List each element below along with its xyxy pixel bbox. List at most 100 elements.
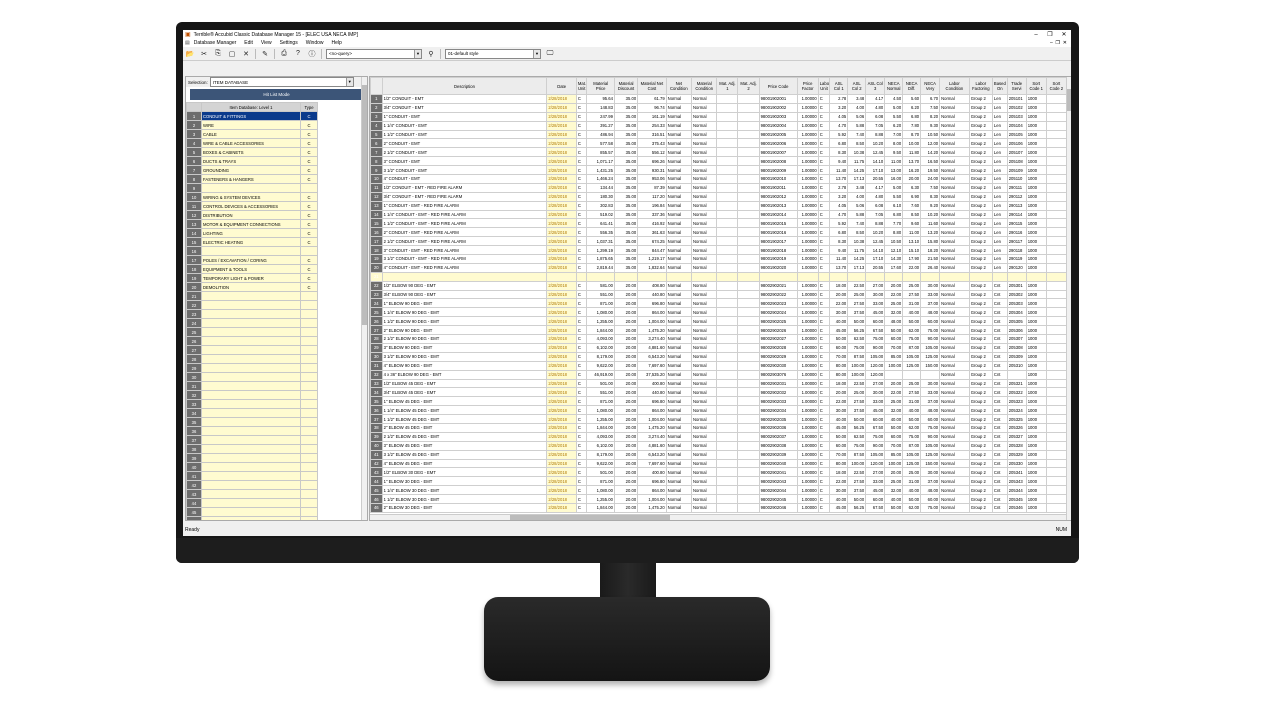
- grid-cell[interactable]: 1" ELBOW 45 DEG - EMT: [381, 396, 548, 407]
- grid-cell[interactable]: 60.00: [884, 334, 904, 344]
- grid-cell[interactable]: C: [575, 156, 588, 167]
- grid-cell[interactable]: C: [817, 467, 831, 478]
- grid-cell[interactable]: 1.00000: [796, 325, 819, 336]
- grid-cell[interactable]: 35.00: [613, 138, 639, 149]
- grid-cell[interactable]: 20.00: [613, 360, 639, 371]
- menu-view[interactable]: View: [261, 40, 272, 46]
- level1-row[interactable]: 2 WIRE C: [186, 120, 318, 130]
- grid-cell[interactable]: 3" ELBOW 45 DEG - EMT: [381, 440, 548, 451]
- grid-cell[interactable]: 1 1/4" ELBOW 30 DEG - EMT: [381, 485, 548, 496]
- grid-cell[interactable]: C: [575, 502, 588, 513]
- grid-cell[interactable]: C: [817, 378, 831, 389]
- grid-cell[interactable]: 3/4" ELBOW 45 DEG - EMT: [381, 387, 548, 398]
- grid-cell[interactable]: Group 2: [968, 156, 993, 167]
- grid-col-header[interactable]: ASL Col 1: [829, 77, 849, 95]
- grid-cell[interactable]: 1000: [1025, 396, 1047, 407]
- grid-cell[interactable]: 20.55: [865, 262, 886, 273]
- grid-cell[interactable]: 1.00000: [796, 191, 819, 202]
- grid-cell[interactable]: Normal: [665, 325, 693, 336]
- grid-cell[interactable]: Normal: [691, 94, 718, 104]
- grid-cell[interactable]: 35.00: [613, 147, 639, 158]
- grid-cell[interactable]: 12.45: [865, 236, 886, 247]
- grid-cell[interactable]: 6.70: [920, 94, 941, 104]
- grid-cell[interactable]: Normal: [665, 307, 693, 318]
- grid-cell[interactable]: Group 2: [968, 147, 993, 158]
- grid-cell[interactable]: Normal: [691, 236, 718, 247]
- grid-cell[interactable]: [716, 449, 739, 460]
- grid-cell[interactable]: 105.00: [902, 449, 922, 460]
- grid-cell[interactable]: Normal: [665, 191, 693, 202]
- grid-cell[interactable]: Cnt: [991, 307, 1008, 318]
- grid-cell[interactable]: 1000: [1025, 378, 1047, 389]
- grid-cell[interactable]: Normal: [691, 467, 718, 478]
- grid-col-header[interactable]: Price Code: [758, 77, 798, 95]
- grid-cell[interactable]: 20.00: [613, 280, 639, 291]
- level1-row[interactable]: 35: [186, 417, 318, 427]
- grid-cell[interactable]: C: [817, 476, 831, 487]
- grid-cell[interactable]: 90.00: [920, 431, 941, 442]
- grid-cell[interactable]: [737, 156, 760, 167]
- grid-cell[interactable]: Normal: [691, 156, 718, 167]
- grid-cell[interactable]: Group 2: [968, 165, 993, 176]
- grid-cell[interactable]: Group 2: [968, 369, 993, 380]
- grid-cell[interactable]: 1000: [1025, 111, 1047, 122]
- grid-cell[interactable]: [716, 138, 739, 149]
- grid-cell[interactable]: 1.00000: [796, 405, 819, 416]
- grid-cell[interactable]: [737, 342, 760, 353]
- grid-cell[interactable]: 56.25: [847, 502, 867, 513]
- grid-cell[interactable]: 1 1/4" CONDUIT - EMT - RED FIRE ALARM: [381, 209, 548, 220]
- grid-cell[interactable]: 32.00: [884, 405, 904, 416]
- grid-cell[interactable]: [884, 369, 904, 380]
- grid-cell[interactable]: 12.45: [865, 147, 886, 158]
- grid-cell[interactable]: Cnt: [991, 440, 1008, 451]
- grid-cell[interactable]: [1045, 378, 1068, 389]
- grid-col-header[interactable]: Mat. Adj. 1: [716, 77, 739, 95]
- grid-cell[interactable]: 1 1/2" CONDUIT - EMT: [381, 129, 548, 140]
- grid-cell[interactable]: 4,093.00: [586, 334, 615, 344]
- grid-cell[interactable]: Len: [991, 254, 1008, 264]
- grid-cell[interactable]: Len: [991, 200, 1008, 211]
- grid-cell[interactable]: [716, 467, 739, 478]
- grid-row[interactable]: 46 2" ELBOW 30 DEG - EMT 2/28/2018 C 1,844.0…: [370, 502, 1068, 513]
- grid-cell[interactable]: [716, 334, 739, 344]
- grid-row[interactable]: 14 1 1/4" CONDUIT - EMT - RED FIRE ALARM 2…: [370, 209, 1068, 220]
- grid-cell[interactable]: Group 2: [968, 458, 993, 469]
- level1-name[interactable]: [201, 246, 301, 256]
- grid-cell[interactable]: Normal: [691, 200, 718, 211]
- grid-cell[interactable]: Normal: [665, 467, 693, 478]
- grid-cell-date[interactable]: 2/28/2018: [546, 476, 577, 487]
- grid-cell[interactable]: 20.00: [613, 396, 639, 407]
- grid-cell[interactable]: Normal: [939, 316, 970, 327]
- grid-cell[interactable]: 3 1/2" ELBOW 45 DEG - EMT: [381, 449, 548, 460]
- grid-cell[interactable]: 8.30: [920, 191, 941, 202]
- grid-cell[interactable]: 11.40: [829, 165, 849, 176]
- grid-cell[interactable]: Normal: [665, 209, 693, 220]
- grid-cell[interactable]: Normal: [691, 458, 718, 469]
- grid-cell[interactable]: Normal: [939, 458, 970, 469]
- grid-cell[interactable]: 45.00: [865, 405, 886, 416]
- level1-name[interactable]: CONTROL DEVICES & ACCESSORIES: [201, 201, 301, 211]
- grid-cell[interactable]: 1 1/2" ELBOW 90 DEG - EMT: [381, 316, 548, 327]
- grid-cell[interactable]: Cnt: [991, 289, 1008, 300]
- grid-cell[interactable]: 87.00: [902, 440, 922, 451]
- grid-cell-date[interactable]: 2/28/2018: [546, 209, 577, 220]
- grid-cell[interactable]: 1000: [1025, 138, 1047, 149]
- grid-cell[interactable]: Normal: [939, 289, 970, 300]
- grid-cell-date[interactable]: 2/28/2018: [546, 165, 577, 176]
- grid-cell[interactable]: [1045, 476, 1068, 487]
- level1-row[interactable]: 42: [186, 480, 318, 490]
- grid-cell[interactable]: 117.20: [637, 191, 667, 202]
- grid-cell[interactable]: 98002902037: [758, 431, 798, 442]
- grid-vertical-scrollbar[interactable]: [1066, 77, 1071, 520]
- grid-cell[interactable]: [920, 369, 941, 380]
- grid-cell[interactable]: 27.50: [902, 387, 922, 398]
- grid-cell[interactable]: Normal: [665, 351, 693, 362]
- grid-cell[interactable]: [1045, 209, 1068, 220]
- grid-cell[interactable]: Normal: [939, 236, 970, 247]
- grid-cell-date[interactable]: 2/28/2018: [546, 254, 577, 264]
- grid-cell[interactable]: 1000: [1025, 351, 1047, 362]
- grid-cell[interactable]: 7.60: [902, 200, 922, 211]
- grid-cell[interactable]: 98002902025: [758, 316, 798, 327]
- grid-cell[interactable]: Group 2: [968, 422, 993, 433]
- grid-cell[interactable]: 62.00: [902, 422, 922, 433]
